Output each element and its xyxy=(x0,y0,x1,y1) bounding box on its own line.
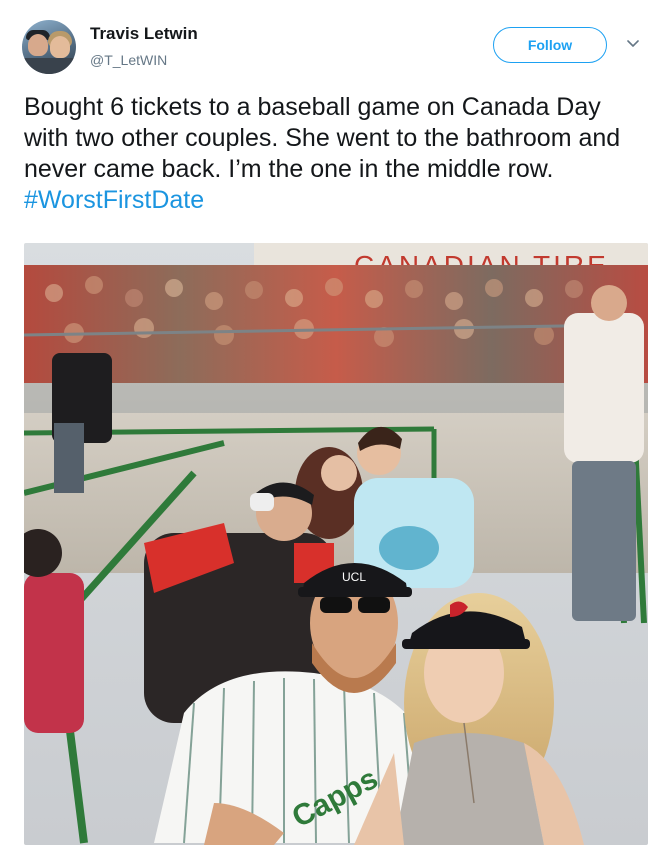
avatar-shoulders xyxy=(22,58,76,74)
follow-button[interactable]: Follow xyxy=(493,27,607,63)
author-display-name[interactable]: Travis Letwin xyxy=(90,24,198,44)
stadium-photo: CANADIAN TIRE xyxy=(24,243,648,845)
tweet-body-text: Bought 6 tickets to a baseball game on C… xyxy=(24,93,621,183)
avatar-person-face xyxy=(28,34,48,56)
tweet-photo[interactable]: CANADIAN TIRE xyxy=(24,243,648,845)
avatar-person-face xyxy=(50,36,70,58)
tweet-card: Travis Letwin @T_LetWIN Follow Bought 6 … xyxy=(0,0,650,845)
hashtag-link[interactable]: #WorstFirstDate xyxy=(24,186,204,214)
author-handle[interactable]: @T_LetWIN xyxy=(90,52,167,68)
avatar[interactable] xyxy=(22,20,76,74)
cap-logo: UCL xyxy=(342,570,366,584)
tweet-text: Bought 6 tickets to a baseball game on C… xyxy=(24,92,644,216)
chevron-down-icon[interactable] xyxy=(627,39,639,49)
